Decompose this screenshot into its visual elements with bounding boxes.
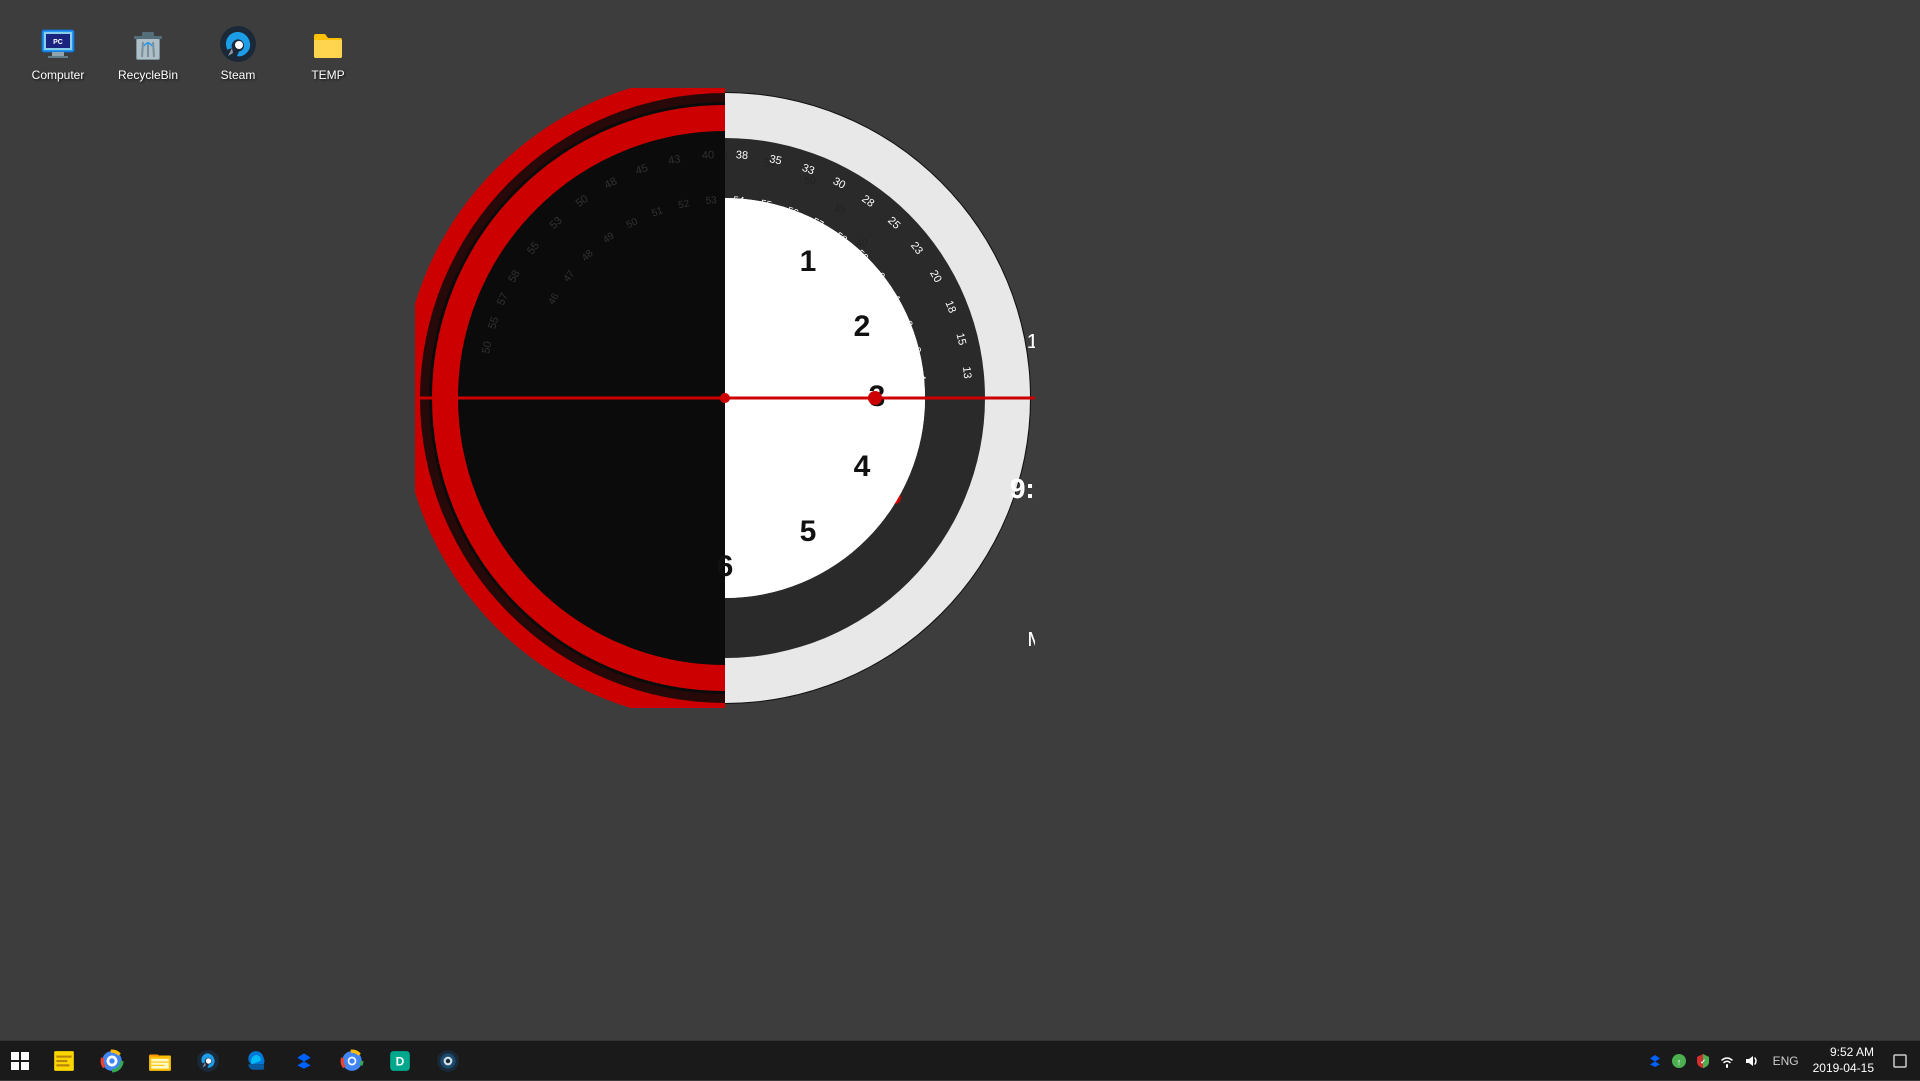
taskbar-app-dashlane[interactable]: D [376,1041,424,1081]
svg-text:38: 38 [735,149,748,162]
tray-icon-green[interactable]: ↑ [1669,1051,1689,1071]
system-tray: ↑ ✓ [1639,1051,1767,1071]
svg-text:9:52 AM: 9:52 AM [1010,473,1035,504]
svg-text:2: 2 [854,310,871,343]
recyclebin-icon [128,24,168,64]
desktop-icon-temp[interactable]: TEMP [288,18,368,88]
desktop-icon-computer[interactable]: PC Computer [18,18,98,88]
desktop-icon-recyclebin[interactable]: RecycleBin [108,18,188,88]
start-button[interactable] [0,1041,40,1081]
svg-text:35: 35 [768,153,782,167]
computer-icon: PC [38,24,78,64]
taskbar: D ↑ [0,1040,1920,1080]
desktop-icon-steam[interactable]: Steam [198,18,278,88]
svg-text:13: 13 [960,366,973,379]
tray-volume[interactable] [1741,1051,1761,1071]
svg-text:PC: PC [53,39,63,46]
svg-text:6: 6 [717,550,734,583]
svg-text:Monday: Monday [1027,629,1035,651]
svg-text:1: 1 [800,245,817,278]
taskbar-app-chrome2[interactable] [328,1041,376,1081]
taskbar-app-notes[interactable] [40,1041,88,1081]
svg-text:✓: ✓ [1700,1059,1706,1066]
taskbar-time: 9:52 AM [1830,1045,1874,1061]
notification-button[interactable] [1884,1041,1916,1081]
language-indicator[interactable]: ENG [1769,1054,1803,1068]
temp-icon-label: TEMP [311,68,344,82]
taskbar-apps: D [40,1041,472,1080]
taskbar-app-steam[interactable] [184,1041,232,1081]
taskbar-date: 2019-04-15 [1813,1061,1874,1077]
taskbar-app-chrome[interactable] [88,1041,136,1081]
tray-dropbox[interactable] [1645,1051,1665,1071]
svg-text:50: 50 [804,176,816,187]
clock-widget: 0 0 55 50 45 40 35 30 58 59 0 1 2 3 4 [415,88,1035,708]
svg-text:45: 45 [834,204,846,215]
computer-icon-label: Computer [32,68,85,82]
svg-text:5: 5 [800,515,817,548]
steam-icon-label: Steam [221,68,256,82]
temp-folder-icon [308,24,348,64]
taskbar-right: ↑ ✓ [1639,1041,1920,1080]
taskbar-clock[interactable]: 9:52 AM 2019-04-15 [1805,1045,1882,1076]
svg-text:15. April: 15. April [1027,331,1035,353]
recyclebin-icon-label: RecycleBin [118,68,178,82]
desktop-icons-area: PC Computer RecycleBin [10,10,376,96]
svg-text:4: 4 [854,450,871,483]
taskbar-app-edge[interactable] [232,1041,280,1081]
taskbar-app-explorer[interactable] [136,1041,184,1081]
tray-wifi[interactable] [1717,1051,1737,1071]
taskbar-app-dropbox[interactable] [280,1041,328,1081]
svg-text:D: D [396,1054,405,1068]
svg-text:↑: ↑ [1676,1057,1681,1067]
taskbar-app-steam2[interactable] [424,1041,472,1081]
steam-icon [218,24,258,64]
tray-security[interactable]: ✓ [1693,1051,1713,1071]
